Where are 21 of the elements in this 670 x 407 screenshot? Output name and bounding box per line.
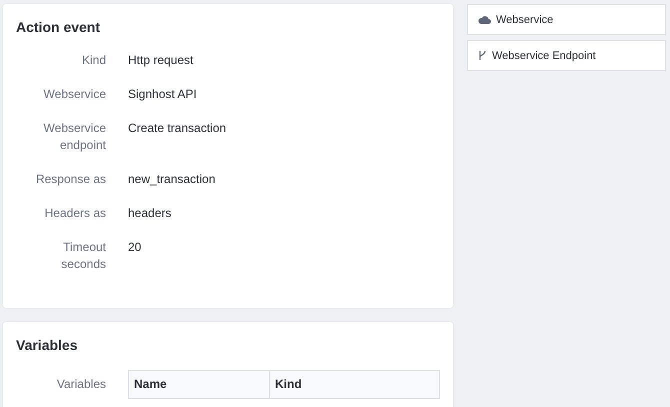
field-value: 20 <box>128 239 142 256</box>
sidebar-link[interactable]: Webservice <box>467 4 666 35</box>
column-header: Kind <box>269 371 439 398</box>
field-label: Timeout seconds <box>60 239 106 273</box>
card-title: Action event <box>16 19 102 35</box>
card-title: Variables <box>16 337 78 353</box>
field-label: Kind <box>80 52 106 69</box>
field-label: Variables <box>56 376 106 393</box>
field-label: Webservice endpoint <box>42 120 106 154</box>
branch-icon <box>478 50 487 61</box>
sidebar-link[interactable]: Webservice Endpoint <box>467 40 666 71</box>
field-value: Http request <box>128 52 194 69</box>
field-value: headers <box>128 205 172 222</box>
field-label: Webservice <box>42 86 106 103</box>
column-header: Name <box>133 376 168 393</box>
field-value: Create transaction <box>128 120 228 137</box>
field-value: Signhost API <box>128 86 198 103</box>
field-label: Headers as <box>44 205 106 222</box>
cloud-icon <box>478 15 491 24</box>
field-value: new_transaction <box>128 171 216 188</box>
field-label: Response as <box>34 171 106 188</box>
